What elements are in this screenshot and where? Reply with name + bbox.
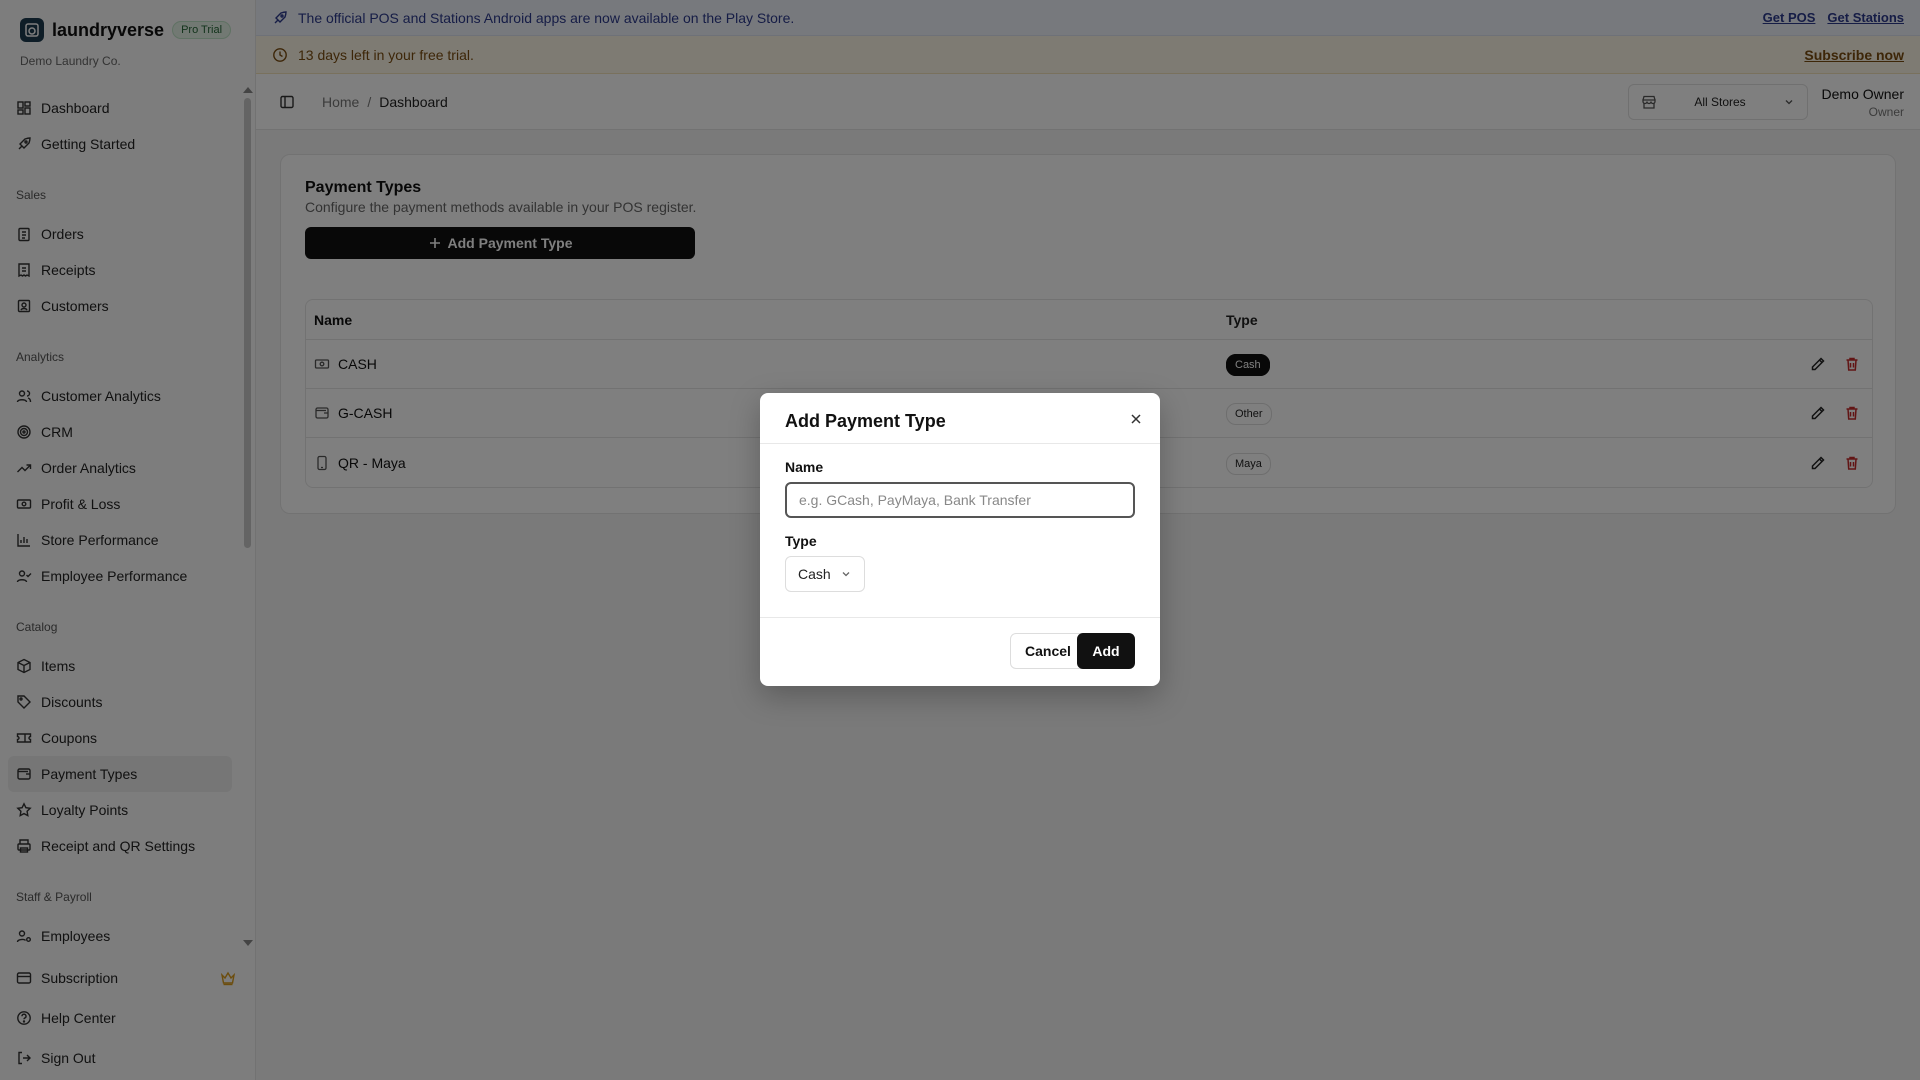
chevron-down-icon <box>842 572 850 577</box>
dialog-title: Add Payment Type <box>785 411 946 431</box>
payment-type-select[interactable]: Cash <box>785 556 865 592</box>
payment-type-value: Cash <box>798 566 831 582</box>
cancel-button[interactable]: Cancel <box>1010 633 1086 669</box>
add-button[interactable]: Add <box>1077 633 1135 669</box>
type-field-label: Type <box>785 533 817 549</box>
dialog-footer-divider <box>760 617 1160 618</box>
add-payment-type-dialog: Add Payment Type Name Type Cash Cancel A… <box>760 393 1160 686</box>
close-icon[interactable] <box>1128 411 1144 427</box>
dialog-divider <box>760 443 1160 444</box>
payment-name-input[interactable] <box>785 482 1135 518</box>
name-field-label: Name <box>785 459 824 475</box>
